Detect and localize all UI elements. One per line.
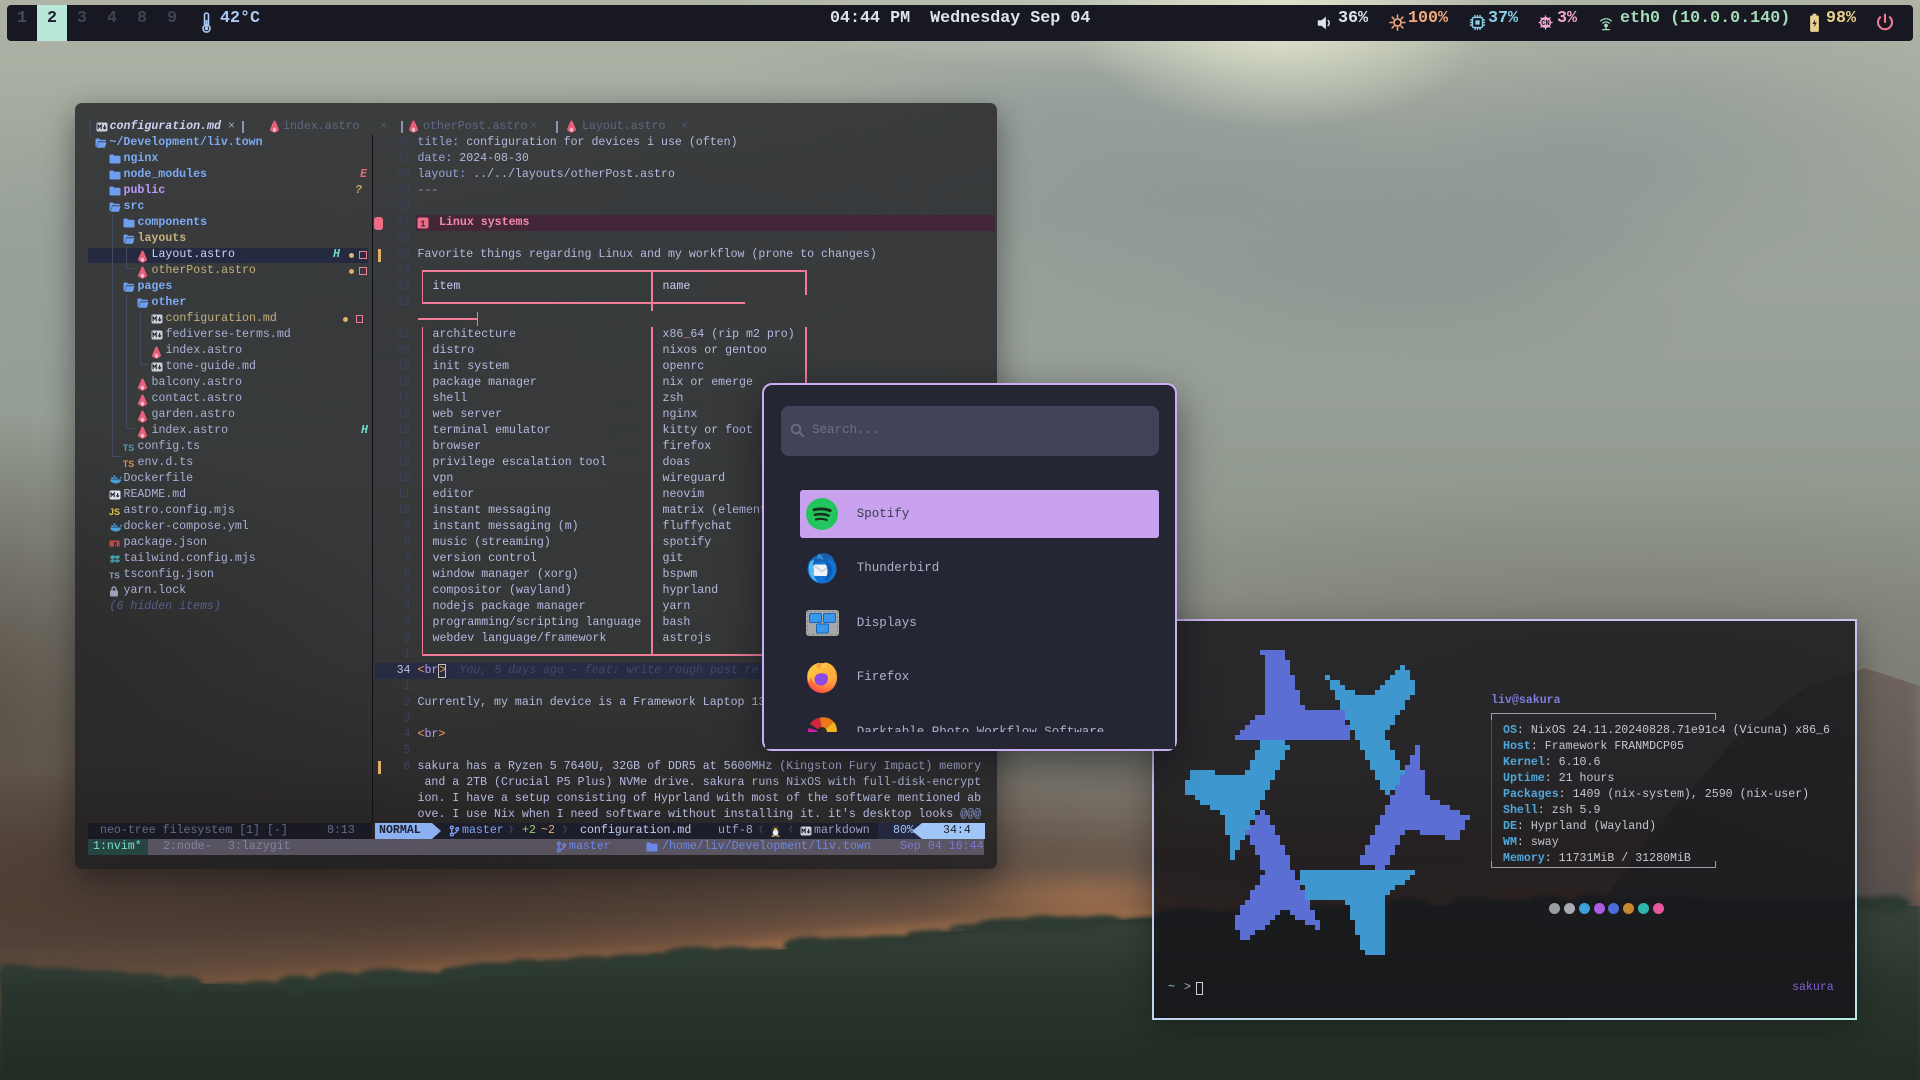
svg-text:JS: JS (109, 507, 120, 517)
svg-text:CN: CN (1541, 20, 1550, 28)
svg-text:TS: TS (123, 459, 134, 469)
svg-text:TS: TS (123, 443, 134, 453)
svg-text:TS: TS (109, 571, 120, 581)
svg-text:1: 1 (420, 220, 426, 230)
